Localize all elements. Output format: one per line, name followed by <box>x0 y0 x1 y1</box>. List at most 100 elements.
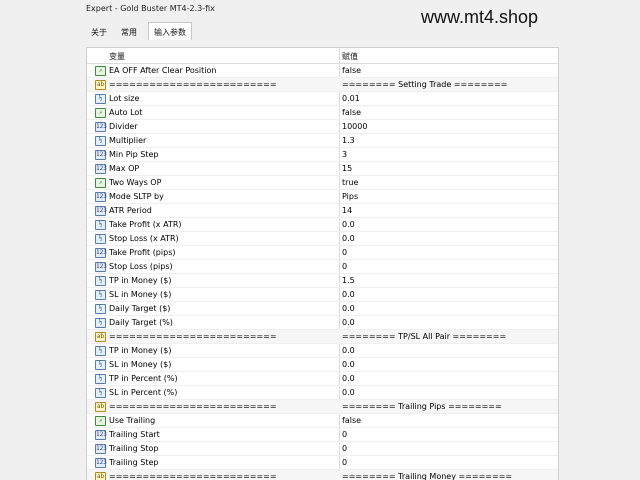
param-name: Max OP <box>109 164 140 173</box>
table-row[interactable]: ½ Lot size 0.01 <box>87 92 558 106</box>
table-row[interactable]: ½ SL in Money ($) 0.0 <box>87 358 558 372</box>
param-type-dbl-icon: ½ <box>95 94 106 104</box>
param-value[interactable]: 0.0 <box>342 220 355 229</box>
header-variable[interactable]: 变量 <box>109 51 125 62</box>
table-row[interactable]: ↗ Auto Lot false <box>87 106 558 120</box>
table-row[interactable]: 123 Divider 10000 <box>87 120 558 134</box>
table-row[interactable]: ½ TP in Money ($) 1.5 <box>87 274 558 288</box>
table-row[interactable]: 123 Stop Loss (pips) 0 <box>87 260 558 274</box>
param-value[interactable]: 0 <box>342 458 347 467</box>
param-type-int-icon: 123 <box>95 122 107 132</box>
param-value[interactable]: 1.3 <box>342 136 355 145</box>
param-type-dbl-icon: ½ <box>95 136 106 146</box>
param-type-dbl-icon: ½ <box>95 234 106 244</box>
table-row[interactable]: ½ TP in Money ($) 0.0 <box>87 344 558 358</box>
param-value[interactable]: 1.5 <box>342 276 355 285</box>
param-name: SL in Money ($) <box>109 290 172 299</box>
param-type-int-icon: 123 <box>95 444 107 454</box>
table-row[interactable]: ½ Stop Loss (x ATR) 0.0 <box>87 232 558 246</box>
table-row[interactable]: ½ SL in Money ($) 0.0 <box>87 288 558 302</box>
header-value[interactable]: 赋值 <box>342 51 358 62</box>
param-name: ========================= <box>109 332 277 341</box>
table-row[interactable]: ½ Daily Target (%) 0.0 <box>87 316 558 330</box>
param-value[interactable]: 0.0 <box>342 374 355 383</box>
param-name: EA OFF After Clear Position <box>109 66 217 75</box>
table-row[interactable]: ½ TP in Percent (%) 0.0 <box>87 372 558 386</box>
param-type-dbl-icon: ½ <box>95 388 106 398</box>
param-value[interactable]: false <box>342 416 361 425</box>
param-value[interactable]: 0.0 <box>342 346 355 355</box>
param-name: Two Ways OP <box>109 178 162 187</box>
table-row[interactable]: 123 Mode SLTP by Pips <box>87 190 558 204</box>
param-value[interactable]: false <box>342 108 361 117</box>
param-value[interactable]: 0.0 <box>342 234 355 243</box>
param-value[interactable]: 0 <box>342 430 347 439</box>
table-row[interactable]: ½ Multiplier 1.3 <box>87 134 558 148</box>
table-row[interactable]: ½ SL in Percent (%) 0.0 <box>87 386 558 400</box>
param-name: Take Profit (x ATR) <box>109 220 182 229</box>
param-name: ========================= <box>109 402 277 411</box>
tab-inputs[interactable]: 输入参数 <box>148 22 192 40</box>
param-name: ========================= <box>109 80 277 89</box>
param-type-dbl-icon: ½ <box>95 220 106 230</box>
table-row[interactable]: ab ========================= ======== Sett… <box>87 78 558 92</box>
param-name: Min Pip Step <box>109 150 159 159</box>
param-value[interactable]: 10000 <box>342 122 367 131</box>
table-row[interactable]: ab ========================= ======== Trai… <box>87 470 558 480</box>
table-row[interactable]: ab ========================= ======== TP/S… <box>87 330 558 344</box>
table-row[interactable]: ab ========================= ======== Trai… <box>87 400 558 414</box>
param-value[interactable]: 0.0 <box>342 318 355 327</box>
param-value[interactable]: ======== Trailing Pips ======== <box>342 402 502 411</box>
param-value[interactable]: 0 <box>342 262 347 271</box>
table-row[interactable]: 123 Take Profit (pips) 0 <box>87 246 558 260</box>
table-row[interactable]: 123 Trailing Stop 0 <box>87 442 558 456</box>
param-value[interactable]: 14 <box>342 206 352 215</box>
param-type-bool-icon: ↗ <box>95 416 106 426</box>
param-type-int-icon: 123 <box>95 430 107 440</box>
tab-common[interactable]: 常用 <box>116 23 142 40</box>
param-value[interactable]: 3 <box>342 150 347 159</box>
param-type-int-icon: 123 <box>95 248 107 258</box>
table-row[interactable]: 123 Max OP 15 <box>87 162 558 176</box>
param-name: ATR Period <box>109 206 152 215</box>
param-name: Daily Target (%) <box>109 318 173 327</box>
param-name: Mode SLTP by <box>109 192 164 201</box>
table-row[interactable]: 123 Trailing Start 0 <box>87 428 558 442</box>
window-title: Expert - Gold Buster MT4-2.3-fix <box>86 4 215 13</box>
table-row[interactable]: 123 Min Pip Step 3 <box>87 148 558 162</box>
param-value[interactable]: false <box>342 66 361 75</box>
param-value[interactable]: Pips <box>342 192 358 201</box>
param-name: Stop Loss (pips) <box>109 262 173 271</box>
param-value[interactable]: 15 <box>342 164 352 173</box>
table-row[interactable]: ½ Daily Target ($) 0.0 <box>87 302 558 316</box>
param-name: Lot size <box>109 94 140 103</box>
param-value[interactable]: 0.0 <box>342 360 355 369</box>
param-type-int-icon: 123 <box>95 164 107 174</box>
param-value[interactable]: 0.01 <box>342 94 360 103</box>
param-value[interactable]: 0.0 <box>342 290 355 299</box>
param-type-dbl-icon: ½ <box>95 318 106 328</box>
table-row[interactable]: 123 ATR Period 14 <box>87 204 558 218</box>
param-value[interactable]: 0 <box>342 248 347 257</box>
tab-about[interactable]: 关于 <box>86 23 112 40</box>
param-value[interactable]: 0 <box>342 444 347 453</box>
param-type-dbl-icon: ½ <box>95 276 106 286</box>
table-row[interactable]: ↗ Two Ways OP true <box>87 176 558 190</box>
param-value[interactable]: 0.0 <box>342 388 355 397</box>
param-value[interactable]: ======== TP/SL All Pair ======== <box>342 332 506 341</box>
param-name: Trailing Start <box>109 430 160 439</box>
table-row[interactable]: ↗ Use Trailing false <box>87 414 558 428</box>
param-name: TP in Percent (%) <box>109 374 178 383</box>
param-name: Daily Target ($) <box>109 304 171 313</box>
param-value[interactable]: 0.0 <box>342 304 355 313</box>
param-name: Multiplier <box>109 136 147 145</box>
table-row[interactable]: ½ Take Profit (x ATR) 0.0 <box>87 218 558 232</box>
table-header: 变量 赋值 <box>87 48 558 64</box>
param-value[interactable]: true <box>342 178 358 187</box>
param-value[interactable]: ======== Setting Trade ======== <box>342 80 507 89</box>
param-value[interactable]: ======== Trailing Money ======== <box>342 472 512 480</box>
param-type-dbl-icon: ½ <box>95 290 106 300</box>
table-row[interactable]: ↗ EA OFF After Clear Position false <box>87 64 558 78</box>
table-row[interactable]: 123 Trailing Step 0 <box>87 456 558 470</box>
param-name: SL in Money ($) <box>109 360 172 369</box>
